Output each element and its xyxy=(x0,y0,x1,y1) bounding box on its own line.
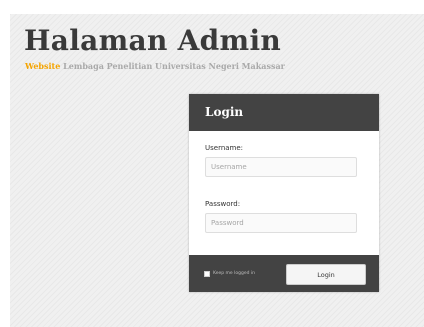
remember-me[interactable]: Keep me logged in xyxy=(204,269,255,278)
login-footer: Keep me logged in Login xyxy=(189,255,379,292)
login-button[interactable]: Login xyxy=(286,264,366,285)
tagline-accent: Website xyxy=(25,61,61,71)
page-background: Halaman Admin Website Lembaga Penelitian… xyxy=(10,14,424,327)
site-title: Halaman Admin xyxy=(24,24,282,57)
password-label: Password: xyxy=(205,200,241,208)
login-title: Login xyxy=(189,94,379,131)
remember-me-label: Keep me logged in xyxy=(213,271,256,276)
remember-me-checkbox[interactable] xyxy=(204,270,210,277)
password-input[interactable] xyxy=(205,213,357,233)
login-panel: Login Username: Password: Keep me logged… xyxy=(189,94,379,292)
username-input[interactable] xyxy=(205,157,357,177)
tagline-text: Lembaga Penelitian Universitas Negeri Ma… xyxy=(63,61,285,71)
site-tagline: Website Lembaga Penelitian Universitas N… xyxy=(25,61,285,71)
username-label: Username: xyxy=(205,144,244,152)
